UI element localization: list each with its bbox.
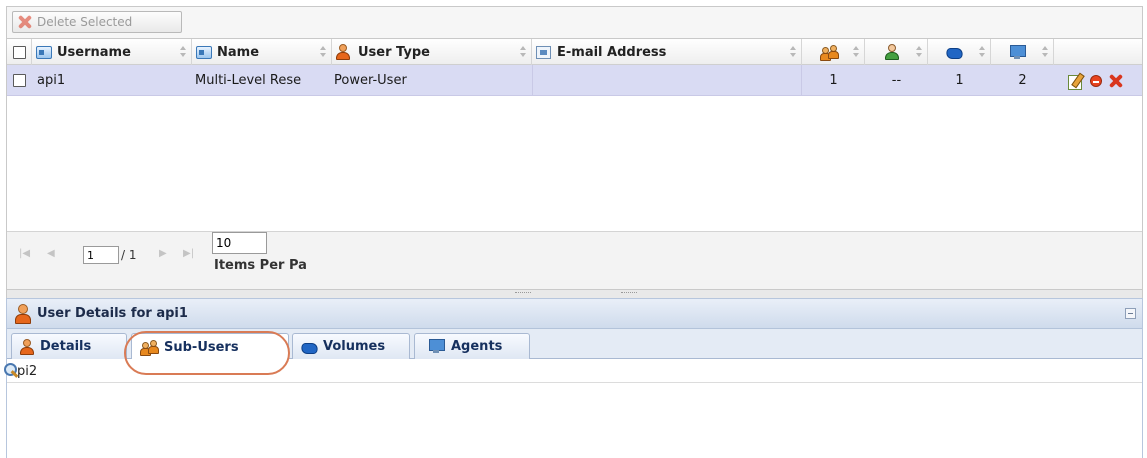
column-header-name[interactable]: Name — [192, 39, 332, 65]
volume-icon — [301, 341, 317, 353]
column-header-email[interactable]: E-mail Address — [532, 39, 802, 65]
details-title: User Details for api1 — [37, 306, 188, 321]
select-all-checkbox[interactable] — [12, 45, 26, 59]
tab-agents[interactable]: Agents — [414, 333, 530, 359]
tab-volumes[interactable]: Volumes — [292, 333, 410, 359]
cell-name: Multi-Level Rese — [195, 73, 302, 88]
delete-row-icon[interactable] — [1108, 73, 1124, 89]
sub-users-filter-row — [4, 359, 1142, 383]
sort-icon[interactable] — [852, 46, 860, 58]
last-page-icon[interactable]: ▶| — [183, 248, 194, 259]
column-header-owner[interactable] — [865, 39, 928, 65]
cell-owners: -- — [891, 73, 902, 88]
page-total: / 1 — [121, 248, 137, 262]
column-header-agents[interactable] — [991, 39, 1054, 65]
grip-dots — [515, 292, 531, 294]
id-card-icon — [196, 45, 212, 59]
table-row[interactable]: api1 Multi-Level Rese Power-User 1 -- 1 … — [7, 65, 1142, 96]
items-per-page-label: Items Per Pa — [214, 258, 307, 273]
user-icon — [336, 44, 350, 60]
page-number-input[interactable] — [83, 246, 119, 264]
toolbar: Delete Selected — [6, 6, 1143, 38]
delete-selected-label: Delete Selected — [37, 15, 133, 29]
row-actions — [1054, 65, 1142, 96]
delete-icon — [17, 14, 33, 30]
next-page-icon[interactable]: ▶ — [159, 248, 167, 259]
tab-details[interactable]: Details — [11, 333, 127, 359]
column-name-label: Name — [217, 44, 260, 60]
column-username-label: Username — [57, 44, 131, 60]
column-header-username[interactable]: Username — [32, 39, 192, 65]
sort-icon[interactable] — [1041, 46, 1049, 58]
user-icon — [15, 303, 31, 324]
monitor-icon — [1010, 44, 1026, 60]
splitter-handle[interactable] — [6, 290, 1143, 298]
tab-volumes-label: Volumes — [323, 339, 386, 354]
tab-sub-users[interactable]: Sub-Users — [131, 333, 289, 360]
volume-icon — [946, 46, 962, 58]
id-card-icon — [36, 45, 52, 59]
users-icon — [820, 45, 839, 61]
details-header: User Details for api1 — [7, 299, 1142, 329]
cell-volumes: 1 — [955, 73, 964, 88]
collapse-button[interactable] — [1125, 308, 1136, 319]
sort-icon[interactable] — [519, 46, 527, 58]
users-grid: Username Name User Type E-mail Address a… — [6, 38, 1143, 290]
cell-user-type: Power-User — [334, 73, 407, 88]
tab-sub-users-label: Sub-Users — [164, 339, 239, 355]
user-icon — [20, 338, 34, 355]
first-page-icon[interactable]: |◀ — [19, 248, 30, 259]
cell-sub-users: 1 — [829, 73, 838, 88]
prev-page-icon[interactable]: ◀ — [47, 248, 55, 259]
select-all-header — [7, 39, 32, 65]
users-icon — [140, 340, 159, 356]
edit-icon[interactable] — [1068, 73, 1084, 90]
sort-icon[interactable] — [789, 46, 797, 58]
sort-icon[interactable] — [179, 46, 187, 58]
cell-agents: 2 — [1018, 73, 1027, 88]
column-header-volumes[interactable] — [928, 39, 991, 65]
delete-selected-button[interactable]: Delete Selected — [12, 11, 182, 33]
column-user-type-label: User Type — [358, 44, 430, 60]
grid-header: Username Name User Type E-mail Address — [7, 39, 1142, 65]
tab-agents-label: Agents — [451, 339, 503, 354]
column-header-actions — [1054, 39, 1142, 65]
sub-users-search-input[interactable] — [7, 361, 1112, 381]
search-icon[interactable] — [3, 362, 19, 378]
email-icon — [536, 45, 551, 59]
sort-icon[interactable] — [978, 46, 986, 58]
row-select-cell — [7, 65, 32, 96]
column-header-sub-users[interactable] — [802, 39, 865, 65]
cell-email — [532, 65, 802, 96]
column-header-user-type[interactable]: User Type — [332, 39, 532, 65]
tab-details-label: Details — [40, 339, 92, 354]
monitor-icon — [429, 339, 445, 354]
items-per-page-input[interactable] — [212, 232, 267, 254]
disable-icon[interactable] — [1090, 74, 1102, 87]
sort-icon[interactable] — [319, 46, 327, 58]
pager: |◀ ◀ / 1 ▶ ▶| Items Per Pa — [7, 231, 1142, 289]
user-details-panel: User Details for api1 Details Sub-Users … — [4, 298, 1143, 458]
row-checkbox[interactable] — [13, 74, 26, 87]
details-tabs: Details Sub-Users Volumes Agents — [7, 329, 1142, 360]
person-green-icon — [885, 44, 899, 60]
cell-username: api1 — [37, 73, 66, 88]
grip-dots — [621, 292, 637, 294]
sort-icon[interactable] — [915, 46, 923, 58]
column-email-label: E-mail Address — [557, 44, 667, 60]
